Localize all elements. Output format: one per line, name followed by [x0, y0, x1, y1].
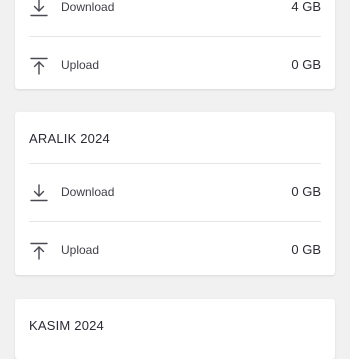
upload-value: 0 GB	[291, 242, 321, 257]
usage-card-kasim-2024: KASIM 2024	[15, 299, 335, 359]
usage-card-current: Download 4 GB Upload 0 GB	[15, 0, 335, 89]
download-label: Download	[61, 185, 115, 199]
upload-label: Upload	[61, 58, 100, 72]
upload-value: 0 GB	[291, 57, 321, 72]
upload-row: Upload 0 GB	[15, 222, 335, 279]
upload-label: Upload	[61, 243, 100, 257]
upload-icon	[29, 56, 49, 76]
usage-card-aralik-2024: ARALIK 2024 Download 0 GB Upload 0 GB	[15, 112, 335, 275]
download-icon	[29, 183, 49, 203]
card-title: KASIM 2024	[29, 318, 104, 333]
download-value: 4 GB	[291, 0, 321, 14]
upload-row: Upload 0 GB	[15, 37, 335, 94]
download-label: Download	[61, 0, 115, 14]
upload-icon	[29, 241, 49, 261]
download-value: 0 GB	[291, 184, 321, 199]
download-row: Download 4 GB	[15, 0, 335, 36]
download-row: Download 0 GB	[15, 164, 335, 221]
card-title: ARALIK 2024	[29, 131, 110, 146]
download-icon	[29, 0, 49, 18]
